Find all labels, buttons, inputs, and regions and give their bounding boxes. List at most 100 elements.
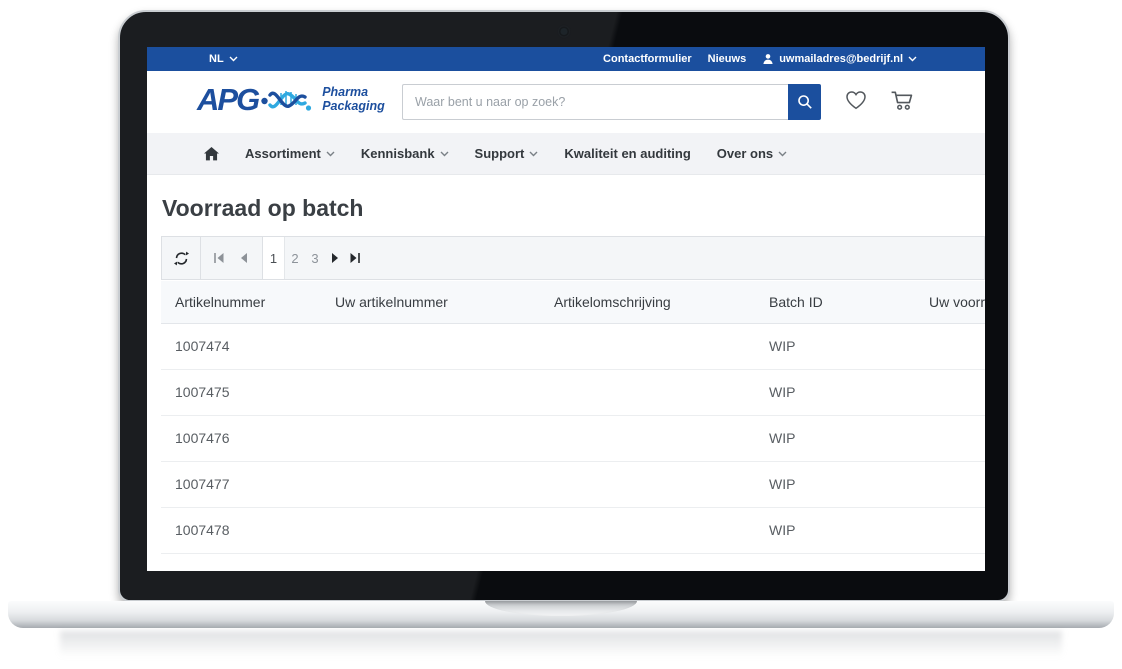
cell-uw-voorraad bbox=[915, 415, 985, 461]
stock-table: Artikelnummer Uw artikelnummer Artikelom… bbox=[161, 281, 985, 571]
search-bar bbox=[402, 84, 821, 120]
pagination-pages: 2 3 bbox=[285, 237, 365, 279]
webcam-icon bbox=[561, 28, 568, 35]
chevron-down-icon bbox=[326, 151, 335, 157]
pagination-nav-cell bbox=[201, 237, 263, 279]
nav-item-over-ons[interactable]: Over ons bbox=[717, 146, 787, 161]
cell-batch-id: WIP bbox=[755, 461, 915, 507]
prev-page-icon bbox=[238, 252, 250, 264]
nav-item-kennisbank[interactable]: Kennisbank bbox=[361, 146, 449, 161]
header-icons bbox=[843, 88, 916, 112]
heart-icon bbox=[843, 88, 869, 112]
logo-tagline: Pharma Packaging bbox=[322, 85, 385, 113]
last-page-button[interactable] bbox=[345, 252, 365, 264]
cell-artikelomschrijving bbox=[540, 323, 755, 369]
cell-artikelnummer: 1007475 bbox=[161, 369, 321, 415]
topbar-link-contactformulier[interactable]: Contactformulier bbox=[603, 53, 692, 65]
main-nav: Assortiment Kennisbank Support Kwaliteit… bbox=[147, 133, 985, 175]
chevron-down-icon bbox=[908, 56, 917, 62]
nav-item-label: Assortiment bbox=[245, 146, 321, 161]
table-row-partial bbox=[161, 553, 985, 571]
col-header-batch-id: Batch ID bbox=[755, 281, 915, 323]
prev-page-button[interactable] bbox=[238, 252, 250, 264]
cell-uw-artikelnummer bbox=[321, 415, 540, 461]
dna-helix-icon bbox=[261, 81, 317, 117]
last-page-icon bbox=[349, 252, 361, 264]
cell-batch-id: WIP bbox=[755, 415, 915, 461]
site-header: APG Pharma Packaging bbox=[147, 71, 985, 133]
logo-brand-text: APG bbox=[197, 84, 258, 115]
col-header-artikelnummer: Artikelnummer bbox=[161, 281, 321, 323]
home-icon bbox=[204, 147, 219, 161]
refresh-button[interactable] bbox=[162, 237, 201, 279]
wishlist-button[interactable] bbox=[843, 88, 869, 112]
col-header-artikelomschrijving: Artikelomschrijving bbox=[540, 281, 755, 323]
page-title: Voorraad op batch bbox=[162, 195, 985, 222]
cell-artikelnummer: 1007476 bbox=[161, 415, 321, 461]
account-menu[interactable]: uwmailadres@bedrijf.nl bbox=[762, 53, 917, 65]
table-row: 1007477 WIP bbox=[161, 461, 985, 507]
pagination: 1 2 3 bbox=[161, 236, 985, 280]
search-button[interactable] bbox=[788, 84, 821, 120]
chevron-down-icon bbox=[778, 151, 787, 157]
chevron-down-icon bbox=[229, 56, 238, 62]
table-row: 1007474 WIP bbox=[161, 323, 985, 369]
search-input[interactable] bbox=[402, 84, 788, 120]
table-header-row: Artikelnummer Uw artikelnummer Artikelom… bbox=[161, 281, 985, 323]
chevron-down-icon bbox=[529, 151, 538, 157]
page-content: Voorraad op batch bbox=[147, 195, 985, 571]
laptop-screen-frame: NL Contactformulier Nieuws uwmailadres@b… bbox=[118, 10, 1010, 602]
topbar-link-nieuws[interactable]: Nieuws bbox=[708, 53, 747, 65]
laptop-base-notch bbox=[485, 601, 637, 616]
cell-artikelomschrijving bbox=[540, 507, 755, 553]
search-icon bbox=[797, 94, 813, 110]
next-page-icon bbox=[329, 252, 341, 264]
cart-button[interactable] bbox=[889, 88, 916, 112]
language-selector[interactable]: NL bbox=[209, 53, 238, 65]
person-icon bbox=[762, 53, 774, 65]
cell-artikelnummer: 1007474 bbox=[161, 323, 321, 369]
cell-artikelnummer: 1007477 bbox=[161, 461, 321, 507]
cart-icon bbox=[889, 88, 916, 112]
refresh-icon bbox=[174, 251, 189, 266]
language-label: NL bbox=[209, 53, 224, 65]
cell-uw-voorraad bbox=[915, 369, 985, 415]
table-row: 1007475 WIP bbox=[161, 369, 985, 415]
logo[interactable]: APG Pharma Packaging bbox=[197, 81, 385, 117]
page-button-1[interactable]: 1 bbox=[263, 237, 285, 279]
cell-batch-id: WIP bbox=[755, 507, 915, 553]
cell-batch-id: WIP bbox=[755, 369, 915, 415]
table-row: 1007476 WIP bbox=[161, 415, 985, 461]
cell-uw-artikelnummer bbox=[321, 369, 540, 415]
nav-item-label: Kennisbank bbox=[361, 146, 435, 161]
chevron-down-icon bbox=[440, 151, 449, 157]
nav-item-label: Kwaliteit en auditing bbox=[564, 146, 690, 161]
cell-artikelomschrijving bbox=[540, 415, 755, 461]
topbar: NL Contactformulier Nieuws uwmailadres@b… bbox=[147, 47, 985, 71]
page-button-3[interactable]: 3 bbox=[305, 251, 325, 266]
nav-item-kwaliteit-en-auditing[interactable]: Kwaliteit en auditing bbox=[564, 146, 690, 161]
first-page-icon bbox=[213, 252, 225, 264]
next-page-button[interactable] bbox=[325, 252, 345, 264]
cell-artikelnummer: 1007478 bbox=[161, 507, 321, 553]
first-page-button[interactable] bbox=[213, 252, 225, 264]
col-header-uw-artikelnummer: Uw artikelnummer bbox=[321, 281, 540, 323]
cell-uw-voorraad bbox=[915, 461, 985, 507]
laptop-base bbox=[8, 601, 1114, 628]
nav-item-support[interactable]: Support bbox=[475, 146, 539, 161]
logo-tagline-line1: Pharma bbox=[322, 85, 368, 99]
laptop-reflection bbox=[60, 631, 1062, 657]
cell-uw-voorraad bbox=[915, 323, 985, 369]
cell-uw-artikelnummer bbox=[321, 323, 540, 369]
nav-item-assortiment[interactable]: Assortiment bbox=[245, 146, 335, 161]
col-header-uw-voorraad: Uw voorraad bbox=[915, 281, 985, 323]
logo-tagline-line2: Packaging bbox=[322, 99, 385, 113]
browser-viewport: NL Contactformulier Nieuws uwmailadres@b… bbox=[147, 47, 985, 571]
cell-uw-artikelnummer bbox=[321, 507, 540, 553]
cell-uw-voorraad bbox=[915, 507, 985, 553]
cell-batch-id: WIP bbox=[755, 323, 915, 369]
nav-home[interactable] bbox=[204, 147, 219, 161]
account-email: uwmailadres@bedrijf.nl bbox=[779, 53, 903, 65]
laptop-mockup: NL Contactformulier Nieuws uwmailadres@b… bbox=[0, 0, 1122, 669]
page-button-2[interactable]: 2 bbox=[285, 251, 305, 266]
